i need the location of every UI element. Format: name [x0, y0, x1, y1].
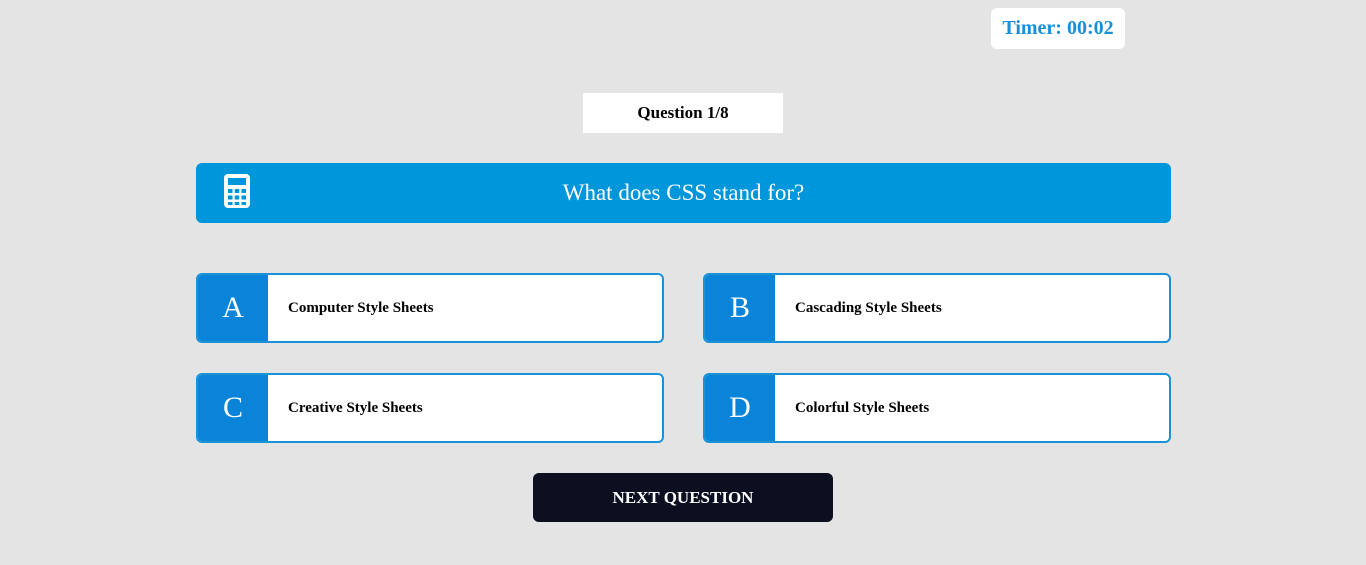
option-letter: A [198, 275, 268, 341]
option-label: Colorful Style Sheets [795, 399, 930, 416]
option-d[interactable]: D Colorful Style Sheets [703, 373, 1171, 443]
timer-text: Timer: 00:02 [1002, 17, 1114, 39]
option-letter: C [198, 375, 268, 441]
question-banner: What does CSS stand for? [196, 163, 1171, 223]
option-letter: D [705, 375, 775, 441]
option-c[interactable]: C Creative Style Sheets [196, 373, 664, 443]
option-letter: B [705, 275, 775, 341]
timer-display: Timer: 00:02 [991, 8, 1125, 49]
option-a[interactable]: A Computer Style Sheets [196, 273, 664, 343]
question-text: What does CSS stand for? [562, 180, 805, 205]
question-counter: Question 1/8 [583, 93, 783, 133]
option-label: Cascading Style Sheets [795, 299, 942, 316]
next-question-button[interactable]: NEXT QUESTION [533, 473, 833, 522]
option-label: Computer Style Sheets [288, 299, 434, 316]
option-label: Creative Style Sheets [288, 399, 423, 416]
option-b[interactable]: B Cascading Style Sheets [703, 273, 1171, 343]
question-counter-text: Question 1/8 [637, 103, 729, 122]
